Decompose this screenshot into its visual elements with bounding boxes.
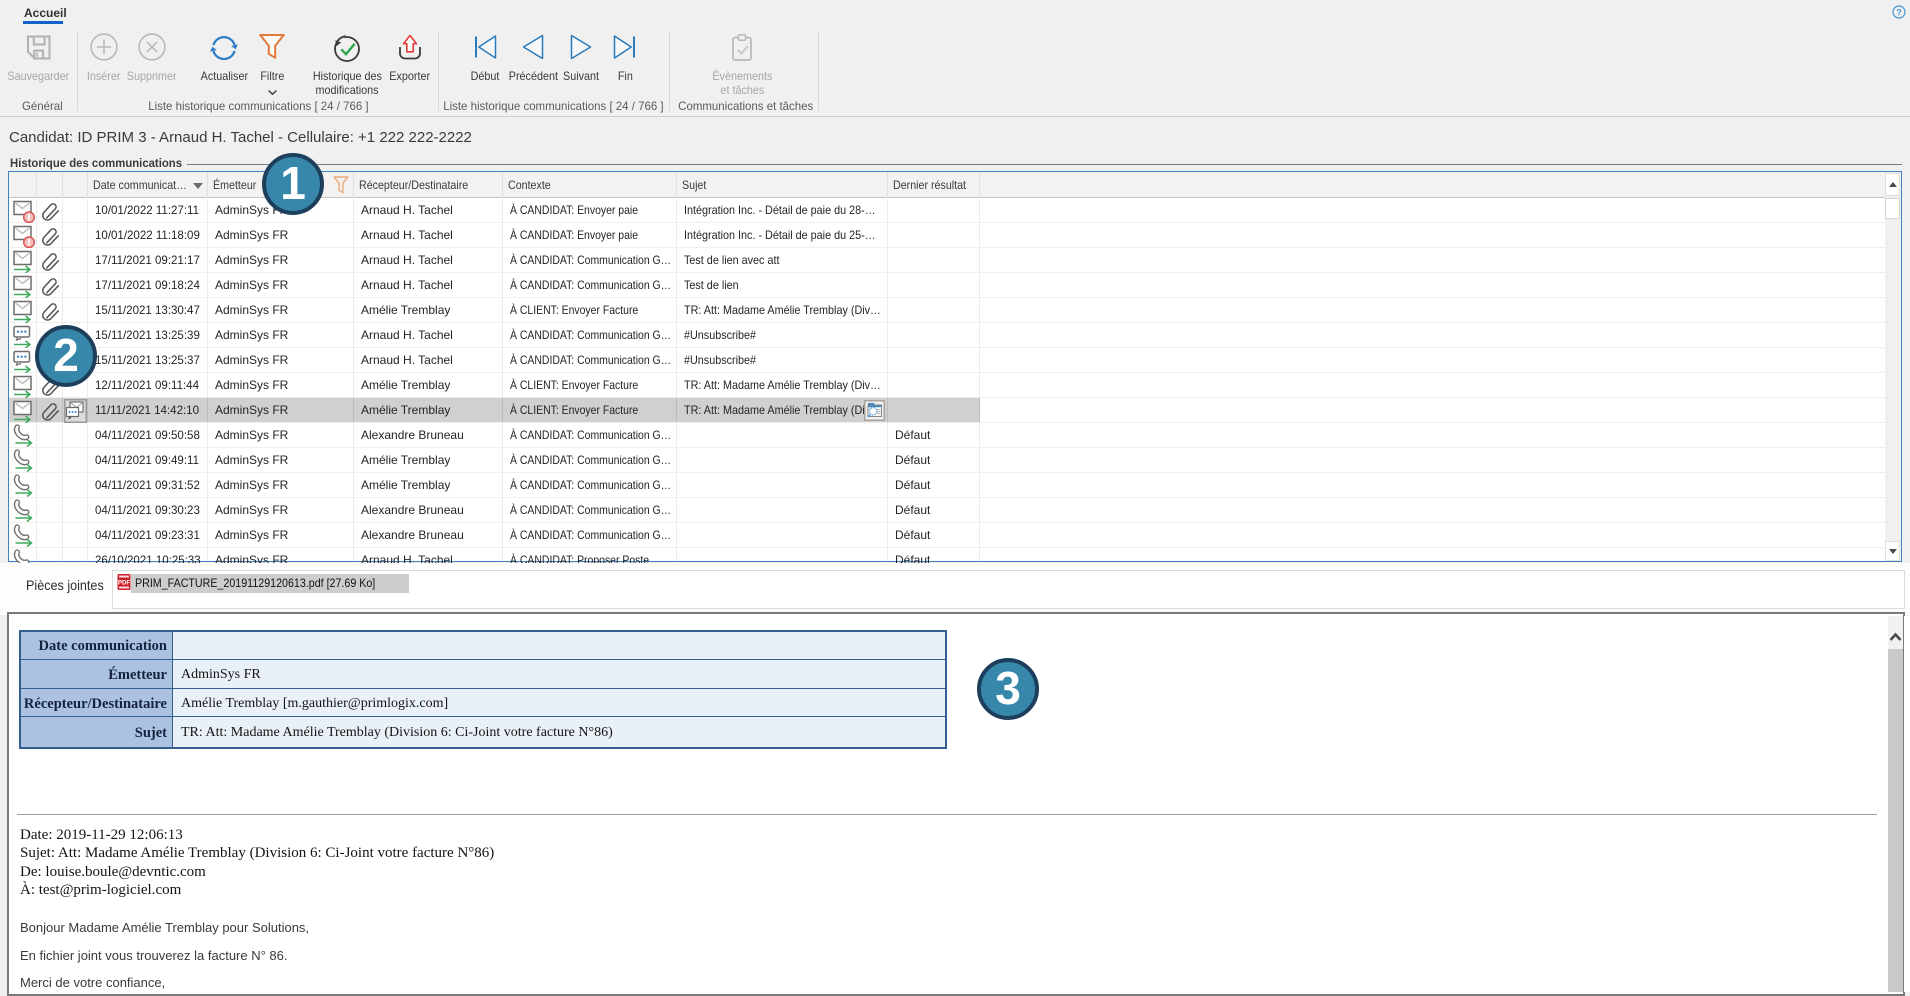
svg-text:?: ? [1896,8,1902,18]
svg-text:PDF: PDF [118,580,130,586]
